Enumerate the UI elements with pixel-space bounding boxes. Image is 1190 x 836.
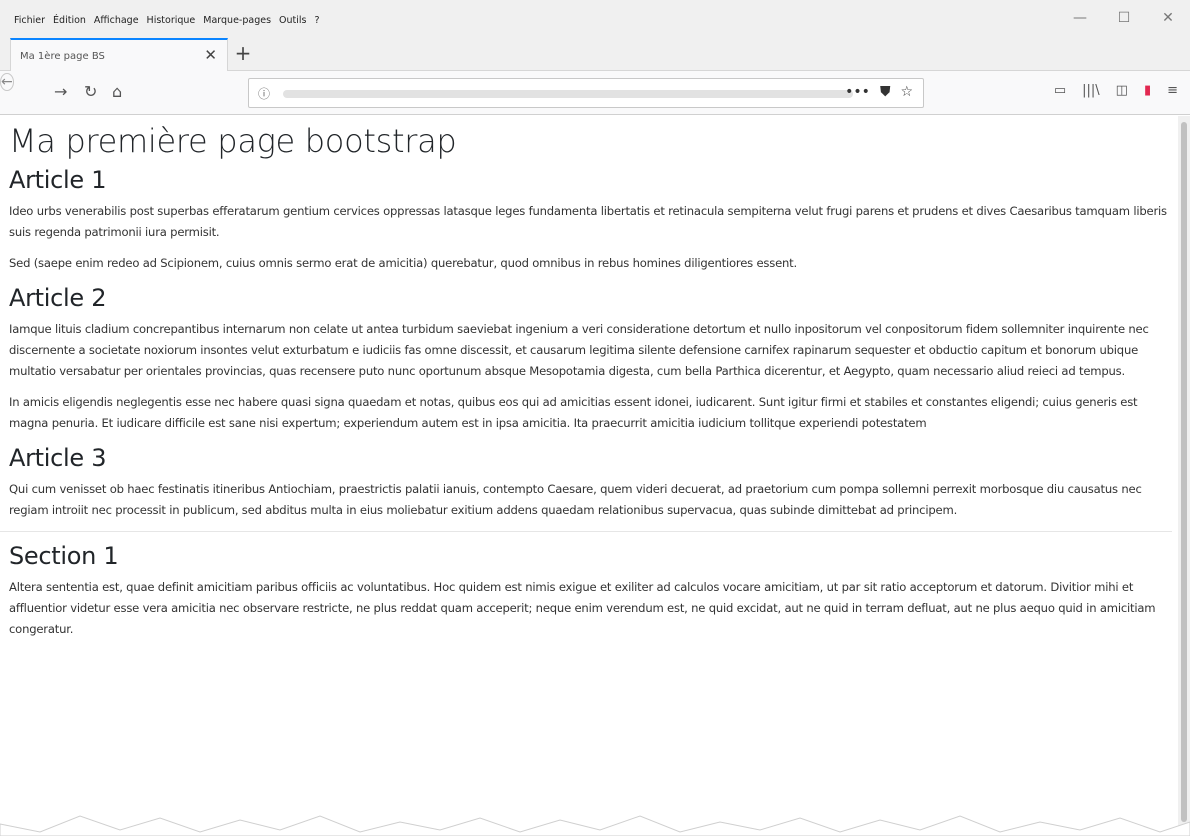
article-1-paragraph-1: Ideo urbs venerabilis post superbas effe… <box>9 204 1167 240</box>
menu-help[interactable]: ? <box>314 15 319 26</box>
menu-bar: Fichier Édition Affichage Historique Mar… <box>0 0 1190 38</box>
reload-button[interactable]: ↻ <box>84 82 97 101</box>
page-scrollbar[interactable] <box>1178 116 1190 836</box>
article-2-paragraph-2: In amicis eligendis neglegentis esse nec… <box>9 394 1138 430</box>
close-window-button[interactable]: ✕ <box>1146 10 1190 26</box>
forward-button[interactable]: → <box>54 82 67 101</box>
menu-list: Fichier Édition Affichage Historique Mar… <box>14 15 320 26</box>
pocket-icon[interactable]: ⛊ <box>880 84 891 100</box>
menu-historique[interactable]: Historique <box>147 15 196 26</box>
reader-icon[interactable]: ▭ <box>1054 83 1066 98</box>
page-title: Ma première page bootstrap <box>9 122 457 160</box>
tab-title: Ma 1ère page BS <box>20 51 105 62</box>
addon-icon[interactable]: ▮ <box>1144 83 1151 98</box>
back-button[interactable]: ← <box>0 73 14 91</box>
article-1-paragraph-2: Sed (saepe enim redeo ad Scipionem, cuiu… <box>9 256 797 271</box>
page-actions-icon[interactable]: ••• <box>845 84 870 100</box>
section-divider <box>0 530 1172 532</box>
minimize-button[interactable]: — <box>1058 10 1102 26</box>
close-tab-icon[interactable]: ✕ <box>204 46 217 64</box>
new-tab-button[interactable]: + <box>232 41 254 65</box>
url-actions: ••• ⛊ ☆ <box>845 84 913 100</box>
menu-affichage[interactable]: Affichage <box>94 15 139 26</box>
url-bar[interactable]: ⓘ ••• ⛊ ☆ <box>248 78 924 108</box>
library-icon[interactable]: |||\ <box>1082 83 1100 98</box>
url-text-redacted <box>283 90 853 98</box>
tab-strip: Ma 1ère page BS ✕ + <box>0 38 1190 72</box>
article-2-heading: Article 2 <box>9 284 107 313</box>
home-button[interactable]: ⌂ <box>112 82 122 101</box>
scrollbar-thumb[interactable] <box>1181 122 1187 822</box>
menu-fichier[interactable]: Fichier <box>14 15 45 26</box>
hamburger-menu-icon[interactable]: ≡ <box>1167 83 1178 98</box>
article-2-paragraph-1: Iamque lituis cladium concrepantibus int… <box>9 321 1149 378</box>
menu-outils[interactable]: Outils <box>279 15 306 26</box>
menu-marque-pages[interactable]: Marque-pages <box>203 15 271 26</box>
torn-edge <box>0 815 1190 836</box>
maximize-button[interactable]: ☐ <box>1102 10 1146 26</box>
nav-bar: ← → ↻ ⌂ ⓘ ••• ⛊ ☆ ▭ |||\ ◫ ▮ ≡ <box>0 71 1190 115</box>
section-1-heading: Section 1 <box>9 541 119 570</box>
tab-active[interactable]: Ma 1ère page BS ✕ <box>10 38 228 72</box>
toolbar-tools: ▭ |||\ ◫ ▮ ≡ <box>1054 83 1178 98</box>
article-1-heading: Article 1 <box>9 166 107 195</box>
sidebar-icon[interactable]: ◫ <box>1116 83 1128 98</box>
menu-edition[interactable]: Édition <box>53 15 86 26</box>
site-info-icon[interactable]: ⓘ <box>258 85 270 102</box>
article-3-paragraph-1: Qui cum venisset ob haec festinatis itin… <box>9 481 1142 517</box>
window-controls: — ☐ ✕ <box>1058 10 1190 26</box>
bookmark-star-icon[interactable]: ☆ <box>900 84 913 100</box>
page-content: Ma première page bootstrap Article 1 Ide… <box>0 116 1178 836</box>
section-1-paragraph-1: Altera sententia est, quae definit amici… <box>9 579 1156 636</box>
article-3-heading: Article 3 <box>9 443 107 472</box>
